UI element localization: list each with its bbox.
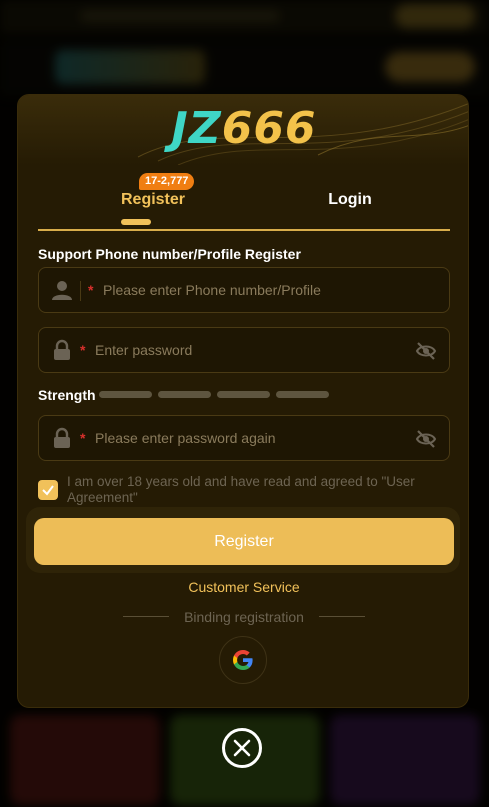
check-icon <box>42 485 54 496</box>
tab-login[interactable]: Login <box>250 180 450 220</box>
modal-header: JZ666 <box>18 95 468 165</box>
confirm-password-input-placeholder[interactable]: Please enter password again <box>95 430 276 446</box>
brand-logo: JZ666 <box>18 103 468 155</box>
google-login-button[interactable] <box>219 636 267 684</box>
phone-input-placeholder[interactable]: Please enter Phone number/Profile <box>103 282 321 298</box>
lock-icon <box>54 427 70 448</box>
google-icon <box>233 650 253 670</box>
logo-text-666: 666 <box>221 103 317 154</box>
agreement-text[interactable]: I am over 18 years old and have read and… <box>67 474 457 506</box>
register-badge: 17-2,777 <box>139 173 195 190</box>
lock-icon <box>54 339 70 360</box>
tabs-divider <box>38 229 450 231</box>
user-icon <box>52 281 72 300</box>
confirm-password-field[interactable]: * Please enter password again <box>38 415 450 461</box>
strength-bar <box>158 391 211 398</box>
register-modal: JZ666 Register Login 17-2,777 Support Ph… <box>17 94 469 708</box>
eye-off-icon[interactable] <box>415 428 437 450</box>
eye-off-icon[interactable] <box>415 340 437 362</box>
password-input-placeholder[interactable]: Enter password <box>95 342 192 358</box>
logo-text-jz: JZ <box>171 103 222 154</box>
register-button[interactable]: Register <box>34 518 454 565</box>
active-tab-indicator <box>121 219 151 225</box>
strength-bar <box>276 391 329 398</box>
customer-service-link[interactable]: Customer Service <box>18 579 468 595</box>
field-separator <box>80 281 81 301</box>
agreement-checkbox[interactable] <box>38 480 58 500</box>
strength-bar <box>99 391 152 398</box>
required-mark: * <box>80 430 86 446</box>
form-caption: Support Phone number/Profile Register <box>38 246 301 262</box>
strength-label: Strength <box>38 387 96 403</box>
strength-bar <box>217 391 270 398</box>
required-mark: * <box>80 342 86 358</box>
phone-field[interactable]: * Please enter Phone number/Profile <box>38 267 450 313</box>
binding-registration-label: Binding registration <box>184 609 304 625</box>
close-icon <box>233 739 251 757</box>
required-mark: * <box>88 282 94 298</box>
divider-line-right <box>319 616 365 617</box>
password-field[interactable]: * Enter password <box>38 327 450 373</box>
close-modal-button[interactable] <box>222 728 262 768</box>
